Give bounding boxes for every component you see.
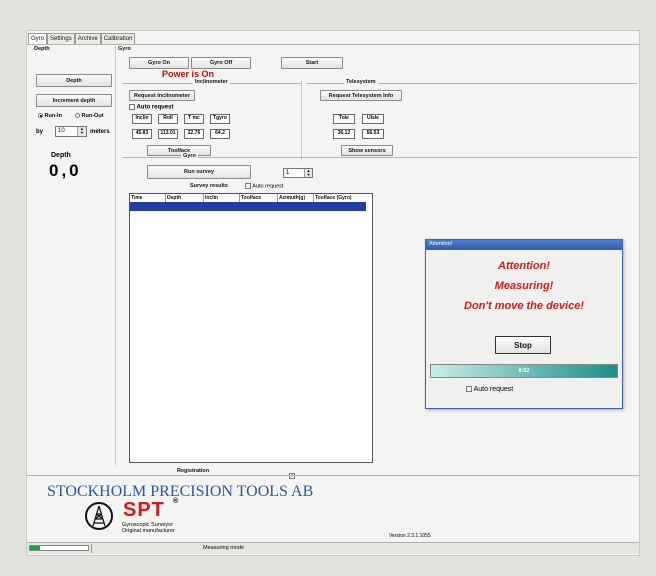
run-out-option[interactable]: Run-Out xyxy=(75,113,104,119)
roll-value: 113.01 xyxy=(158,129,178,139)
tmc-value: 22.76 xyxy=(184,129,204,139)
stop-button[interactable]: Stop xyxy=(495,336,551,354)
roll-header: Roll xyxy=(158,114,178,124)
by-stepper[interactable]: 10 ▲ ▼ xyxy=(55,126,87,137)
dialog-auto-request-label: Auto request xyxy=(473,386,514,393)
dialog-line-attention: Attention! xyxy=(498,260,550,272)
survey-count-stepper[interactable]: 1 ▲ ▼ xyxy=(283,168,313,178)
dialog-auto-request[interactable]: Auto request xyxy=(466,386,513,393)
survey-group-label: Gyro xyxy=(181,153,198,159)
main-window: Gyro Settings Archive Calibration Depth … xyxy=(26,30,640,556)
by-value: 10 xyxy=(58,128,65,134)
survey-results-table[interactable]: Time Depth Inclin Toolface Azimuth(g) To… xyxy=(129,193,373,463)
by-spin-arrows-icon[interactable]: ▲ ▼ xyxy=(77,127,86,136)
inclinometer-auto-request-label: Auto request xyxy=(136,104,174,111)
gyro-off-button[interactable]: Gyro Off xyxy=(191,57,251,69)
tgyro-header: Tgyro xyxy=(210,114,230,124)
power-status: Power is On xyxy=(162,69,215,79)
meters-label: meters xyxy=(90,129,110,135)
inclin-value: 45.83 xyxy=(132,129,152,139)
survey-auto-request-checkbox[interactable] xyxy=(245,183,251,189)
status-sep-1 xyxy=(91,544,92,553)
left-divider xyxy=(115,45,116,465)
request-telesystem-button[interactable]: Request Telesystem Info xyxy=(320,90,402,101)
tole-value: 36.12 xyxy=(333,129,355,139)
ulsle-header: Ulsle xyxy=(362,114,384,124)
gyro-group-label: Gyro xyxy=(118,46,131,52)
survey-results-label: Survey results xyxy=(190,183,228,189)
dialog-title: Attention! xyxy=(429,241,453,247)
version-text: Version 2.3.1.1055 xyxy=(389,533,431,539)
tab-archive[interactable]: Archive xyxy=(74,33,101,44)
run-in-radio[interactable] xyxy=(38,113,43,119)
registered-mark: ® xyxy=(173,498,179,505)
tagline-manufacturer: Original manufacturer xyxy=(122,528,175,534)
inclinometer-group-label: Inclinometer xyxy=(193,79,230,85)
tole-header: Tole xyxy=(333,114,355,124)
footer-divider xyxy=(27,475,639,476)
survey-auto-request-label: Auto request xyxy=(252,183,284,190)
status-progress-track xyxy=(29,545,89,551)
status-text: Measuring mode xyxy=(203,545,244,551)
dialog-line-measuring: Measuring! xyxy=(494,280,554,292)
depth-group-label: Depth xyxy=(34,46,50,52)
company-name: STOCKHOLM PRECISION TOOLS AB xyxy=(47,483,314,500)
show-sensors-button[interactable]: Show sensors xyxy=(341,145,393,156)
run-in-label: Run-In xyxy=(44,113,62,119)
depth-value: 0,0 xyxy=(49,161,82,180)
survey-count-value: 1 xyxy=(286,170,290,176)
inclinometer-auto-request[interactable]: Auto request xyxy=(129,104,173,111)
ulsle-value: 56.53 xyxy=(362,129,384,139)
column-toolface[interactable]: Toolface xyxy=(240,194,278,202)
dialog-auto-request-checkbox[interactable] xyxy=(466,386,472,393)
column-depth[interactable]: Depth xyxy=(166,194,204,202)
tab-settings[interactable]: Settings xyxy=(47,33,75,44)
telesystem-divider-v xyxy=(301,81,302,161)
registration-label: Registration xyxy=(177,468,210,474)
attention-dialog[interactable]: Attention! Attention! Measuring! Don't m… xyxy=(425,239,623,409)
column-inclin[interactable]: Inclin xyxy=(204,194,240,202)
survey-auto-request[interactable]: Auto request xyxy=(245,183,283,189)
survey-spin-arrows-icon[interactable]: ▲ ▼ xyxy=(304,169,312,177)
inclinometer-auto-request-checkbox[interactable] xyxy=(129,104,135,110)
depth-button[interactable]: Depth xyxy=(36,74,112,87)
status-progress-fill xyxy=(30,546,40,550)
telesystem-group-label: Telesystem xyxy=(344,79,378,85)
increment-depth-button[interactable]: Increment depth xyxy=(36,94,112,107)
run-survey-button[interactable]: Run survey xyxy=(147,165,251,179)
depth-title: Depth xyxy=(51,152,71,159)
tmc-header: T mc xyxy=(184,114,204,124)
by-label: by xyxy=(36,129,44,135)
status-bar: Measuring mode xyxy=(27,542,639,554)
spt-logo-text: SPT xyxy=(123,499,165,521)
request-inclinometer-button[interactable]: Request Inclinometer xyxy=(129,90,195,101)
measure-timer: 8:52 xyxy=(518,368,530,374)
tgyro-value: 64.2 xyxy=(210,129,230,139)
measure-progress: 8:52 xyxy=(430,364,618,378)
survey-divider xyxy=(123,157,637,158)
tab-divider xyxy=(27,44,639,45)
column-time[interactable]: Time xyxy=(130,194,166,202)
dialog-line-warning: Don't move the device! xyxy=(464,300,584,312)
derrick-logo-icon xyxy=(85,502,113,530)
run-out-radio[interactable] xyxy=(75,113,80,119)
tab-calibration[interactable]: Calibration xyxy=(100,33,136,44)
gyro-on-button[interactable]: Gyro On xyxy=(129,57,189,69)
table-row-selected[interactable] xyxy=(130,202,366,211)
start-button[interactable]: Start xyxy=(281,57,343,69)
dialog-titlebar[interactable]: Attention! xyxy=(426,240,622,250)
run-in-option[interactable]: Run-In xyxy=(38,113,62,119)
run-out-label: Run-Out xyxy=(81,113,104,119)
inclin-header: Inclin xyxy=(132,114,152,124)
toolface-button[interactable]: Toolface xyxy=(147,145,211,156)
column-toolface-gyro[interactable]: Toolface (Gyro) xyxy=(314,194,366,202)
column-azimuth[interactable]: Azimuth(g) xyxy=(278,194,314,202)
